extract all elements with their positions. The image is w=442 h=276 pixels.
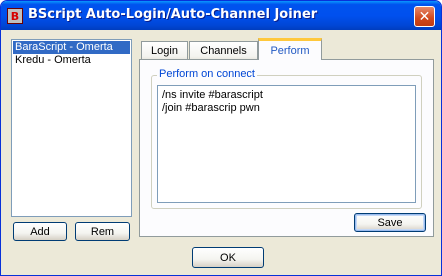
perform-panel: Perform on connect /ns invite #barascrip…	[139, 59, 434, 237]
tab-login[interactable]: Login	[141, 41, 188, 60]
command-line: /join #barascrip pwn	[162, 102, 260, 114]
close-icon: ✕	[418, 8, 431, 25]
list-item[interactable]: BaraScript - Omerta	[13, 41, 130, 54]
command-line: /ns invite #barascript	[162, 89, 263, 101]
save-button[interactable]: Save	[354, 213, 426, 232]
title-bar[interactable]: B BScript Auto-Login/Auto-Channel Joiner…	[1, 1, 441, 30]
ok-button[interactable]: OK	[192, 247, 264, 268]
rem-button[interactable]: Rem	[75, 222, 130, 241]
group-label: Perform on connect	[157, 68, 257, 80]
close-button[interactable]: ✕	[414, 6, 435, 27]
app-icon: B	[7, 8, 23, 24]
tab-channels[interactable]: Channels	[189, 41, 258, 60]
list-item[interactable]: Kredu - Omerta	[13, 54, 130, 67]
main-window: B BScript Auto-Login/Auto-Channel Joiner…	[0, 0, 442, 276]
add-button[interactable]: Add	[13, 222, 67, 241]
window-title: BScript Auto-Login/Auto-Channel Joiner	[28, 7, 318, 22]
app-icon-letter: B	[10, 9, 20, 23]
perform-commands-textarea[interactable]: /ns invite #barascript /join #barascrip …	[157, 85, 416, 203]
account-list[interactable]: BaraScript - Omerta Kredu - Omerta	[11, 39, 132, 217]
perform-group: Perform on connect /ns invite #barascrip…	[151, 68, 422, 209]
tab-perform[interactable]: Perform	[258, 38, 322, 60]
